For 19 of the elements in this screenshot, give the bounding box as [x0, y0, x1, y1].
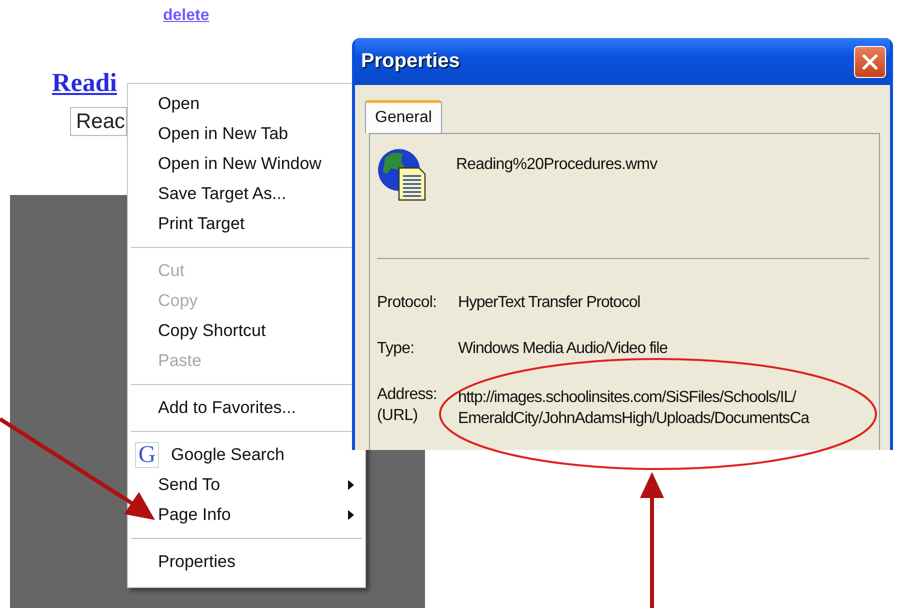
window-title: Properties [361, 50, 460, 73]
tab[interactable]: General [365, 100, 442, 133]
delete-link[interactable]: delete [163, 7, 210, 25]
menu-item[interactable]: Properties [128, 547, 365, 577]
menu-item[interactable]: Page Info [128, 500, 365, 530]
input-field[interactable]: Reac [70, 107, 127, 136]
field-label: Type: [377, 339, 416, 359]
file-name: Reading%20Procedures.wmv [456, 156, 658, 174]
close-button[interactable] [854, 46, 886, 78]
field-value: HyperText Transfer Protocol [458, 293, 642, 313]
google-icon: G [135, 442, 159, 468]
field-label: Address: (URL) [377, 385, 438, 426]
field-value: Windows Media Audio/Video file [458, 339, 668, 359]
close-icon [861, 52, 879, 70]
menu-item[interactable]: Send To [128, 470, 365, 500]
field-label: Protocol: [377, 293, 438, 313]
field-value: http://images.schoolinsites.com/SiSFiles/Schools/IL/ EmeraldCity/JohnAdamsHigh/Uploads/DocumentsCa [458, 388, 810, 429]
file-link[interactable]: Readi [52, 68, 117, 98]
menu-item[interactable]: G Google Search [128, 440, 365, 470]
